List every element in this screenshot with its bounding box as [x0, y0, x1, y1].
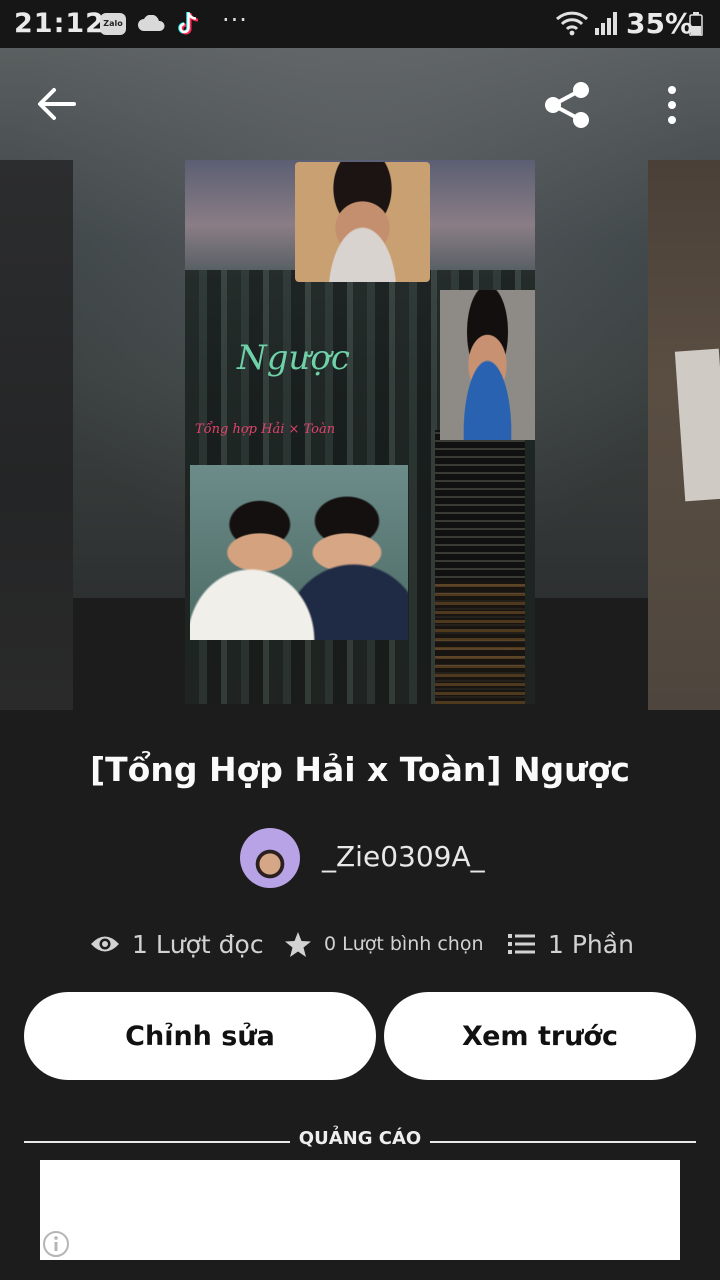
author-avatar[interactable] — [240, 828, 300, 888]
status-bar: 21:12 Zalo ··· 35% — [0, 0, 720, 48]
wifi-icon — [555, 11, 589, 36]
parts-count: 1 Phần — [548, 929, 634, 959]
next-cover-art — [674, 348, 720, 502]
zalo-icon: Zalo — [100, 13, 126, 35]
ad-banner[interactable] — [40, 1160, 680, 1260]
back-arrow-icon[interactable] — [36, 86, 76, 122]
signal-icon — [595, 12, 617, 35]
reads-stat: 1 Lượt đọc — [90, 922, 264, 966]
next-cover[interactable] — [648, 160, 720, 710]
story-cover[interactable]: Ngược Tổng hợp Hải × Toàn — [185, 160, 535, 704]
status-time: 21:12 — [14, 8, 105, 39]
parts-stat: 1 Phần — [508, 922, 634, 966]
edit-button[interactable]: Chỉnh sửa — [24, 992, 376, 1080]
info-icon[interactable] — [42, 1230, 70, 1258]
notification-overflow-icon: ··· — [222, 6, 248, 34]
divider-line-left — [24, 1141, 290, 1143]
eye-icon — [91, 936, 119, 952]
cover-photo-right — [440, 290, 535, 440]
votes-stat: 0 Lượt bình chọn — [284, 922, 484, 966]
author-name[interactable]: _Zie0309A_ — [322, 840, 485, 873]
battery-icon — [689, 12, 703, 36]
story-stats: 1 Lượt đọc 0 Lượt bình chọn 1 Phần — [0, 922, 720, 966]
cover-photo-top — [295, 162, 430, 282]
cover-carousel: Ngược Tổng hợp Hải × Toàn — [0, 48, 720, 710]
votes-count: 0 Lượt bình chọn — [324, 933, 484, 955]
reads-count: 1 Lượt đọc — [132, 929, 264, 959]
share-icon[interactable] — [543, 80, 593, 130]
ad-label: QUẢNG CÁO — [298, 1128, 422, 1149]
ad-divider: QUẢNG CÁO — [24, 1128, 696, 1156]
cover-title-text: Ngược — [237, 338, 350, 378]
divider-line-right — [430, 1141, 696, 1143]
previous-cover[interactable] — [0, 160, 73, 710]
star-icon — [285, 931, 311, 957]
cover-photo-bottom — [190, 465, 408, 640]
list-icon — [508, 934, 535, 954]
more-options-icon[interactable] — [660, 84, 684, 126]
cover-subtitle-text: Tổng hợp Hải × Toàn — [195, 422, 336, 437]
cloud-icon — [138, 15, 165, 31]
preview-button[interactable]: Xem trước — [384, 992, 696, 1080]
story-title: [Tổng Hợp Hải x Toàn] Ngược — [90, 750, 630, 789]
cover-tower-lights — [435, 580, 525, 704]
tiktok-icon — [178, 12, 199, 35]
battery-percent: 35% — [626, 7, 694, 40]
author-row[interactable]: _Zie0309A_ — [240, 828, 540, 888]
